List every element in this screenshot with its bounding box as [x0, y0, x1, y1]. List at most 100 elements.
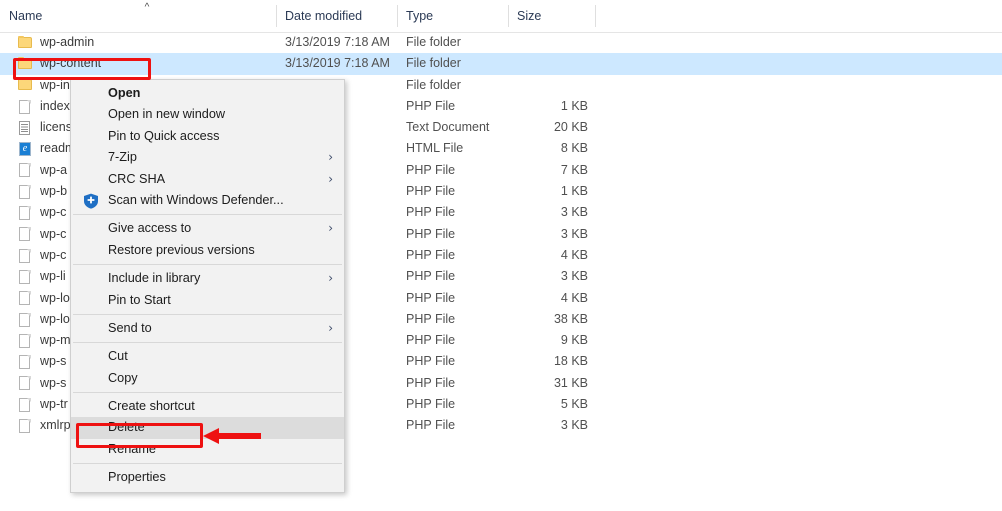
file-name-cell[interactable]: wp-s	[0, 351, 66, 372]
file-size-cell	[478, 32, 588, 53]
column-header-date-modified[interactable]: Date modified	[276, 0, 397, 32]
sort-ascending-caret-icon: ^	[144, 2, 150, 13]
file-icon	[18, 269, 33, 284]
file-name-label: wp-c	[40, 226, 67, 241]
chevron-right-icon: ›	[328, 221, 333, 236]
file-name-cell[interactable]: wp-b	[0, 181, 67, 202]
file-icon	[18, 248, 33, 263]
file-name-cell[interactable]: wp-c	[0, 202, 66, 223]
file-name-cell[interactable]: wp-li	[0, 266, 66, 287]
menu-item-label: 7-Zip	[108, 150, 137, 165]
menu-item-copy[interactable]: Copy	[71, 368, 344, 389]
file-name-cell[interactable]: readm	[0, 138, 75, 159]
menu-item-scan-with-windows-defender[interactable]: Scan with Windows Defender...	[71, 190, 344, 211]
file-type-cell: PHP File	[406, 418, 456, 433]
menu-item-cut[interactable]: Cut	[71, 346, 344, 367]
file-icon	[18, 333, 33, 348]
menu-item-delete[interactable]: Delete	[71, 417, 344, 439]
menu-separator	[73, 313, 342, 315]
file-name-cell[interactable]: wp-c	[0, 224, 66, 245]
file-type-cell: Text Document	[406, 120, 490, 135]
file-size-cell: 4 KB	[560, 290, 588, 305]
file-icon	[18, 163, 33, 178]
shield-icon	[83, 193, 99, 209]
menu-separator	[73, 264, 342, 266]
file-name-label: licens	[40, 120, 72, 135]
file-name-cell[interactable]: index	[0, 96, 70, 117]
file-name-label: index	[40, 98, 70, 113]
file-size-cell: 8 KB	[560, 141, 588, 156]
chevron-right-icon: ›	[328, 150, 333, 165]
folder-icon	[18, 78, 33, 92]
file-name-cell[interactable]: wp-content	[0, 53, 101, 74]
file-type-cell: PHP File	[406, 205, 456, 220]
file-name-cell[interactable]: wp-a	[0, 160, 67, 181]
file-name-cell[interactable]: wp-lo	[0, 288, 70, 309]
menu-item-7-zip[interactable]: 7-Zip ›	[71, 147, 344, 168]
file-name-cell[interactable]: xmlrp	[0, 415, 71, 436]
menu-item-restore-previous-versions[interactable]: Restore previous versions	[71, 240, 344, 261]
file-name-label: wp-in	[40, 77, 70, 92]
file-size-cell: 31 KB	[553, 375, 588, 390]
file-size-cell: 3 KB	[560, 205, 588, 220]
html-icon	[18, 142, 33, 157]
file-type-cell: PHP File	[406, 162, 456, 177]
file-icon	[18, 206, 33, 221]
menu-item-send-to[interactable]: Send to ›	[71, 318, 344, 339]
file-name-cell[interactable]: wp-tr	[0, 394, 68, 415]
menu-item-rename[interactable]: Rename	[71, 439, 344, 460]
table-row[interactable]: wp-content 3/13/2019 7:18 AM File folder	[0, 53, 1002, 75]
menu-separator	[73, 392, 342, 394]
menu-item-include-in-library[interactable]: Include in library ›	[71, 268, 344, 289]
menu-item-label: Create shortcut	[108, 399, 195, 414]
file-size-cell: 3 KB	[560, 418, 588, 433]
menu-item-properties[interactable]: Properties	[71, 467, 344, 488]
chevron-right-icon: ›	[328, 320, 333, 335]
table-row[interactable]: wp-admin 3/13/2019 7:18 AM File folder	[0, 32, 1002, 53]
chevron-right-icon: ›	[328, 171, 333, 186]
folder-icon	[18, 35, 33, 50]
file-size-cell	[478, 75, 588, 96]
file-type-cell: File folder	[406, 56, 461, 71]
menu-item-create-shortcut[interactable]: Create shortcut	[71, 396, 344, 417]
menu-item-crc-sha[interactable]: CRC SHA ›	[71, 169, 344, 190]
column-header-type[interactable]: Type	[397, 0, 508, 32]
menu-item-label: Restore previous versions	[108, 242, 255, 257]
file-name-label: wp-s	[40, 375, 67, 390]
file-size-cell: 7 KB	[560, 162, 588, 177]
menu-item-give-access-to[interactable]: Give access to ›	[71, 218, 344, 239]
file-name-label: wp-a	[40, 162, 68, 177]
file-name-cell[interactable]: wp-c	[0, 245, 66, 266]
text-icon	[18, 120, 33, 135]
file-name-cell[interactable]: wp-m	[0, 330, 71, 351]
column-header-size[interactable]: Size	[508, 0, 595, 32]
file-icon	[18, 397, 33, 412]
column-header-name[interactable]: Name	[0, 0, 276, 32]
file-size-cell: 1 KB	[560, 184, 588, 199]
column-divider-4[interactable]	[595, 5, 596, 27]
menu-item-label: Pin to Start	[108, 292, 171, 307]
file-icon	[18, 184, 33, 199]
menu-item-label: Open	[108, 86, 141, 100]
file-name-cell[interactable]: wp-in	[0, 75, 70, 96]
file-name-label: wp-lo	[40, 290, 70, 305]
menu-item-label: Include in library	[108, 271, 201, 286]
file-name-cell[interactable]: wp-s	[0, 373, 66, 394]
file-name-label: wp-c	[40, 247, 67, 262]
menu-item-open[interactable]: Open	[71, 83, 344, 104]
file-type-cell: PHP File	[406, 290, 456, 305]
file-name-cell[interactable]: wp-lo	[0, 309, 70, 330]
file-name-label: xmlrp	[40, 418, 71, 433]
file-type-cell: PHP File	[406, 333, 456, 348]
context-menu: Open Open in new window Pin to Quick acces…	[70, 79, 345, 493]
menu-item-pin-to-quick-access[interactable]: Pin to Quick access	[71, 126, 344, 147]
menu-item-pin-to-start[interactable]: Pin to Start	[71, 290, 344, 311]
menu-item-open-in-new-window[interactable]: Open in new window	[71, 104, 344, 125]
file-type-cell: PHP File	[406, 226, 456, 241]
file-name-label: wp-b	[40, 184, 68, 199]
file-name-cell[interactable]: wp-admin	[0, 32, 94, 53]
file-name-label: wp-content	[40, 56, 102, 71]
date-modified-cell: 3/13/2019 7:18 AM	[285, 56, 390, 71]
file-name-cell[interactable]: licens	[0, 117, 72, 138]
menu-separator	[73, 463, 342, 465]
